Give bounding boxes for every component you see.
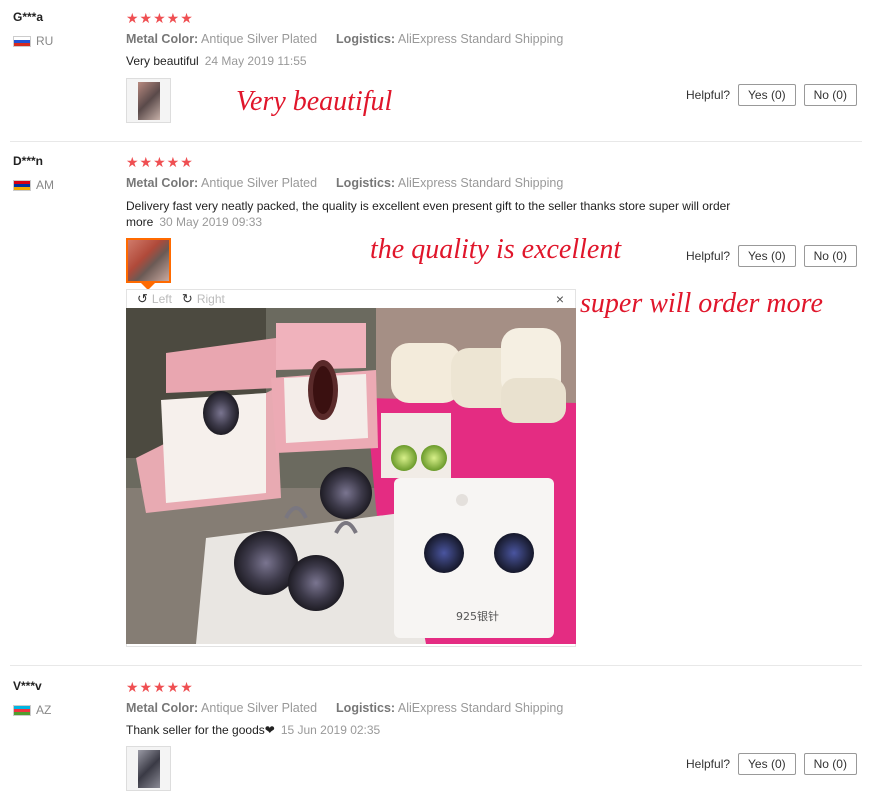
helpful-controls: Helpful? Yes (0) No (0)	[686, 84, 857, 106]
metal-color-value: Antique Silver Plated	[201, 176, 318, 190]
country-code: AZ	[36, 703, 52, 717]
country-code: AM	[36, 178, 54, 192]
flag-az-icon	[13, 704, 31, 716]
review-date: 24 May 2019 11:55	[204, 54, 307, 68]
jewelry-photo: 925银针	[126, 308, 576, 644]
annotation-very-beautiful: Very beautiful	[236, 86, 393, 117]
metal-color-value: Antique Silver Plated	[201, 701, 318, 715]
rotate-left-icon: ↺	[137, 291, 148, 306]
logistics-label: Logistics:	[336, 32, 396, 46]
metal-color-label: Metal Color:	[126, 176, 199, 190]
review-text: Very beautiful 24 May 2019 11:55	[126, 53, 766, 69]
helpful-no-button[interactable]: No (0)	[803, 84, 857, 106]
rotate-right-button[interactable]: ↻ Right	[182, 291, 225, 307]
close-icon[interactable]: ×	[556, 291, 564, 307]
review-text: Thank seller for the goods❤ 15 Jun 2019 0…	[126, 722, 766, 738]
logistics-value: AliExpress Standard Shipping	[397, 176, 564, 190]
helpful-yes-button[interactable]: Yes (0)	[738, 753, 796, 775]
metal-color-label: Metal Color:	[126, 701, 199, 715]
star-rating: ★★★★★	[126, 154, 194, 170]
review-body: Very beautiful	[126, 54, 199, 68]
divider	[10, 141, 862, 142]
logistics-value: AliExpress Standard Shipping	[397, 32, 564, 46]
thumbnail-image	[137, 749, 160, 788]
helpful-label: Helpful?	[686, 88, 731, 102]
annotation-quality-excellent: the quality is excellent	[370, 234, 622, 265]
logistics-label: Logistics:	[336, 176, 396, 190]
review-photo-thumbnail[interactable]	[126, 746, 171, 791]
reviewer-country: RU	[13, 34, 53, 48]
review-date: 15 Jun 2019 02:35	[280, 723, 381, 737]
reviewer-name: G***a	[13, 10, 44, 24]
reviewer-name: D***n	[13, 154, 44, 168]
review-photo-thumbnail[interactable]	[126, 238, 171, 283]
logistics-value: AliExpress Standard Shipping	[397, 701, 564, 715]
reviewer-country: AM	[13, 178, 54, 192]
helpful-label: Helpful?	[686, 249, 731, 263]
thumbnail-image	[128, 240, 169, 281]
annotation-will-order-more: super will order more	[580, 288, 823, 319]
logistics-label: Logistics:	[336, 701, 396, 715]
reviewer-name: V***v	[13, 679, 42, 693]
helpful-label: Helpful?	[686, 757, 731, 771]
helpful-no-button[interactable]: No (0)	[803, 245, 857, 267]
helpful-yes-button[interactable]: Yes (0)	[738, 84, 796, 106]
review-body: Thank seller for the goods❤	[126, 723, 275, 737]
helpful-no-button[interactable]: No (0)	[803, 753, 857, 775]
helpful-controls: Helpful? Yes (0) No (0)	[686, 245, 857, 267]
review-date: 30 May 2019 09:33	[159, 215, 263, 229]
thumbnail-image	[137, 81, 160, 120]
review-attributes: Metal Color: Antique Silver Plated Logis…	[126, 176, 563, 190]
review-attributes: Metal Color: Antique Silver Plated Logis…	[126, 701, 563, 715]
flag-ru-icon	[13, 35, 31, 47]
metal-color-label: Metal Color:	[126, 32, 199, 46]
rotate-right-icon: ↻	[181, 291, 193, 306]
review-text: Delivery fast very neatly packed, the qu…	[126, 198, 766, 230]
rotate-right-label: Right	[196, 292, 225, 306]
star-rating: ★★★★★	[126, 10, 194, 26]
viewer-toolbar: ↺ Left ↻ Right ×	[127, 290, 575, 308]
review-attributes: Metal Color: Antique Silver Plated Logis…	[126, 32, 563, 46]
metal-color-value: Antique Silver Plated	[201, 32, 318, 46]
photo-viewer: ↺ Left ↻ Right × 925银针	[126, 289, 576, 647]
country-code: RU	[36, 34, 54, 48]
star-rating: ★★★★★	[126, 679, 194, 695]
rotate-left-button[interactable]: ↺ Left	[137, 291, 172, 307]
divider	[10, 665, 862, 666]
reviewer-country: AZ	[13, 703, 51, 717]
review-photo-thumbnail[interactable]	[126, 78, 171, 123]
flag-am-icon	[13, 179, 31, 191]
rotate-left-label: Left	[151, 292, 172, 306]
helpful-yes-button[interactable]: Yes (0)	[738, 245, 796, 267]
review-photo: 925银针	[126, 308, 576, 644]
card-label: 925银针	[456, 609, 499, 623]
helpful-controls: Helpful? Yes (0) No (0)	[686, 753, 857, 775]
